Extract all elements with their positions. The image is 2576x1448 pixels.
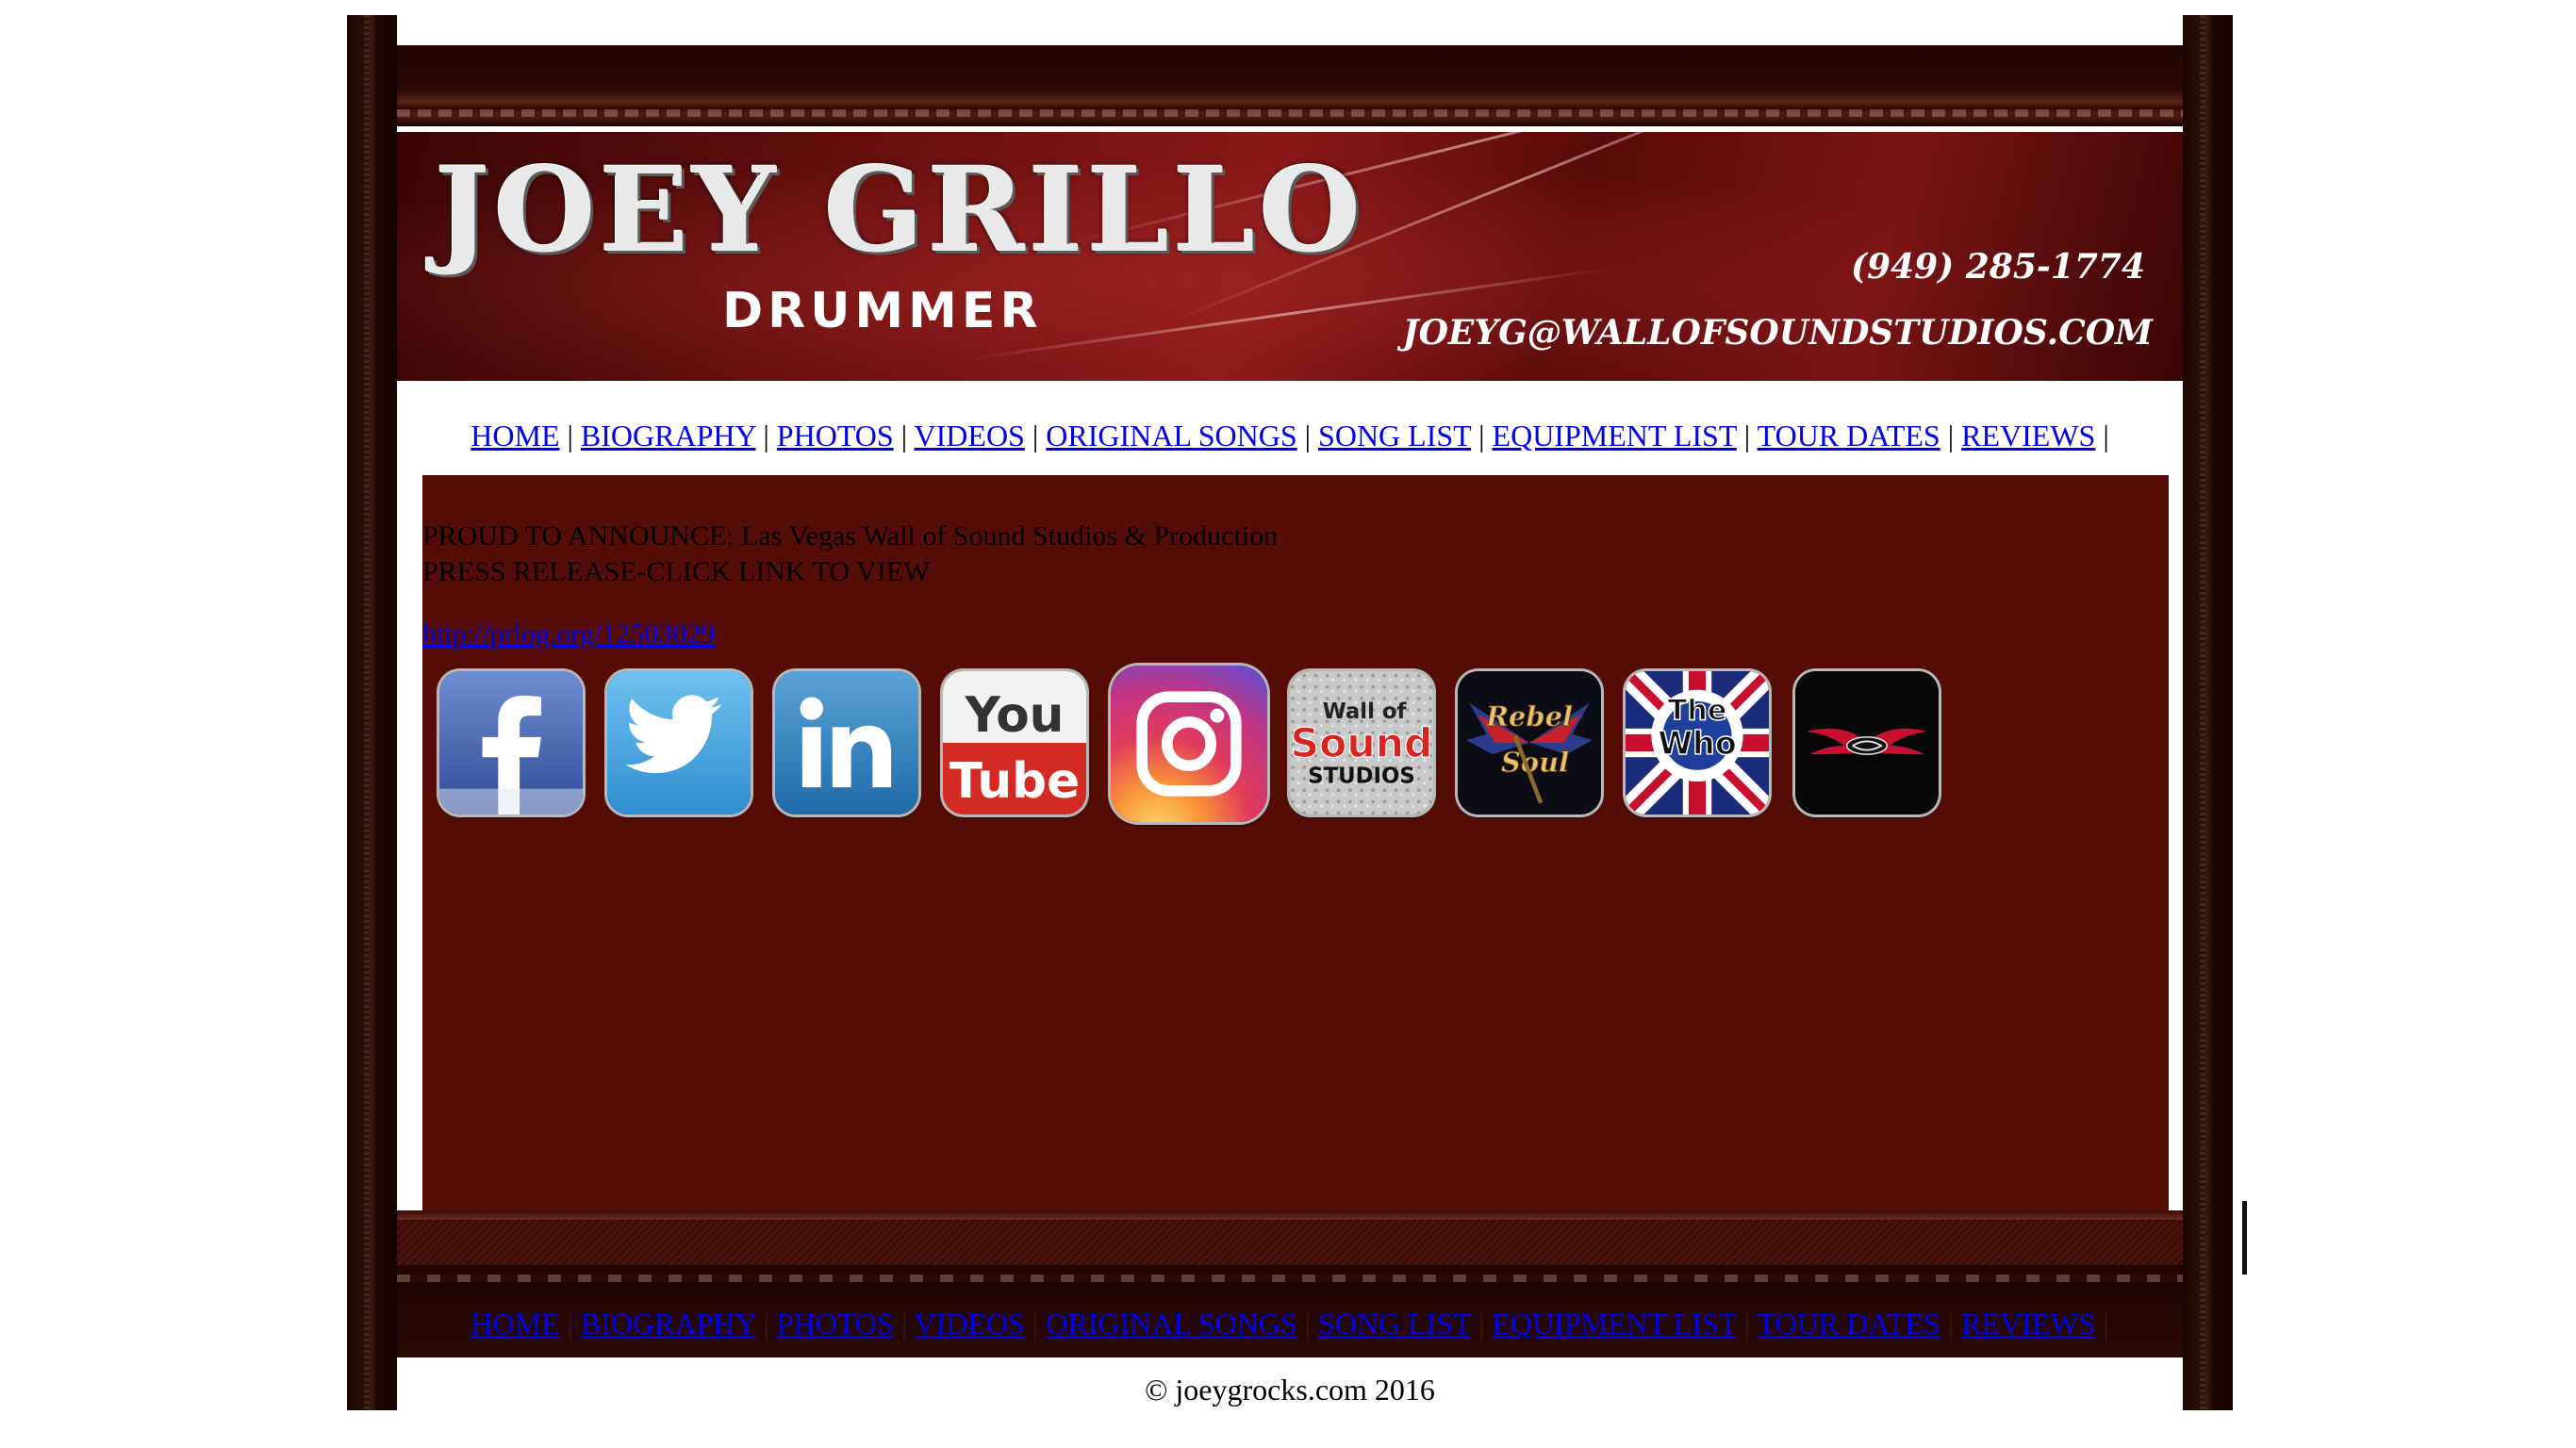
wall-of-sound-studios-icon[interactable]: Wall of Sound STUDIOS — [1290, 671, 1433, 814]
nav-link-song-list[interactable]: SONG LIST — [1318, 419, 1471, 452]
main-content: PROUD TO ANNOUNCE: Las Vegas Wall of Sou… — [422, 475, 2169, 1210]
artist-name: JOEY GRILLO — [435, 142, 1365, 279]
nav-link-original-songs[interactable]: ORIGINAL SONGS — [1046, 419, 1296, 452]
rebel-soul-icon[interactable]: Rebel Soul — [1458, 671, 1601, 814]
nav-separator: | — [1032, 419, 1039, 452]
nav-separator: | — [1743, 419, 1751, 452]
twitter-icon[interactable] — [607, 671, 751, 814]
svg-text:Sound: Sound — [1291, 720, 1433, 767]
nav-separator: | — [1947, 419, 1955, 452]
youtube-icon[interactable]: You Tube — [943, 671, 1086, 814]
announcement: PROUD TO ANNOUNCE: Las Vegas Wall of Sou… — [422, 518, 1278, 590]
nav-link-videos[interactable]: VIDEOS — [915, 419, 1025, 452]
nav-separator: | — [2103, 1307, 2109, 1341]
nav-separator: | — [1304, 419, 1312, 452]
nav-separator: | — [2103, 419, 2109, 452]
nav-link-reviews[interactable]: REVIEWS — [1961, 419, 2095, 452]
right-frame-bar — [2183, 15, 2233, 1410]
nav-separator: | — [1304, 1307, 1312, 1341]
scrollbar-thumb[interactable] — [2242, 1201, 2247, 1275]
nav-link-tour-dates[interactable]: TOUR DATES — [1758, 419, 1940, 452]
nav-separator: | — [1947, 1307, 1955, 1341]
footer-nav-link-equipment-list[interactable]: EQUIPMENT LIST — [1493, 1307, 1737, 1341]
nav-separator: | — [1478, 1307, 1485, 1341]
left-frame-bar — [347, 15, 397, 1410]
nav-link-photos[interactable]: PHOTOS — [777, 419, 894, 452]
footer-nav-link-photos[interactable]: PHOTOS — [777, 1307, 894, 1341]
contact-email: JOEYG@WALLOFSOUNDSTUDIOS.COM — [1402, 313, 2153, 353]
contact-phone: (949) 285-1774 — [1850, 247, 2145, 287]
nav-separator: | — [763, 419, 769, 452]
svg-text:You: You — [965, 687, 1065, 744]
nav-separator: | — [567, 419, 573, 452]
svg-text:Tube: Tube — [949, 753, 1080, 810]
artist-role: DRUMMER — [722, 283, 1043, 339]
the-who-icon[interactable]: The Who — [1626, 671, 1769, 814]
copyright-text: © joeygrocks.com 2016 — [1145, 1373, 1435, 1407]
facebook-icon[interactable] — [439, 671, 583, 814]
nav-separator: | — [1478, 419, 1485, 452]
press-release-link[interactable]: http://prlog.org/12503029 — [422, 618, 715, 650]
nav-link-home[interactable]: HOME — [471, 419, 559, 452]
nav-separator: | — [567, 1307, 573, 1341]
svg-text:Soul: Soul — [1501, 746, 1569, 778]
footer-nav: HOME | BIOGRAPHY | PHOTOS | VIDEOS | ORI… — [397, 1307, 2183, 1341]
svg-text:Rebel: Rebel — [1485, 700, 1573, 732]
aerosmith-icon[interactable] — [1795, 671, 1939, 814]
nav-separator: | — [1743, 1307, 1751, 1341]
footer-nav-link-biography[interactable]: BIOGRAPHY — [581, 1307, 756, 1341]
svg-text:The: The — [1668, 695, 1727, 728]
svg-text:Who: Who — [1658, 725, 1737, 762]
nav-separator: | — [900, 419, 908, 452]
footer-nav-link-videos[interactable]: VIDEOS — [915, 1307, 1025, 1341]
nav-link-equipment-list[interactable]: EQUIPMENT LIST — [1493, 419, 1737, 452]
footer-nav-link-tour-dates[interactable]: TOUR DATES — [1758, 1307, 1940, 1341]
footer-nav-link-song-list[interactable]: SONG LIST — [1318, 1307, 1471, 1341]
nav-separator: | — [900, 1307, 908, 1341]
top-decorative-strip — [397, 45, 2183, 126]
footer-nav-link-home[interactable]: HOME — [471, 1307, 559, 1341]
header-banner: JOEY GRILLO DRUMMER (949) 285-1774 JOEYG… — [397, 132, 2183, 381]
main-nav: HOME | BIOGRAPHY | PHOTOS | VIDEOS | ORI… — [397, 419, 2183, 453]
nav-link-biography[interactable]: BIOGRAPHY — [581, 419, 756, 452]
footer-nav-link-reviews[interactable]: REVIEWS — [1961, 1307, 2095, 1341]
announcement-line: PROUD TO ANNOUNCE: Las Vegas Wall of Sou… — [422, 520, 1279, 551]
footer-nav-link-original-songs[interactable]: ORIGINAL SONGS — [1046, 1307, 1296, 1341]
linkedin-icon[interactable] — [775, 671, 918, 814]
page-frame: JOEY GRILLO DRUMMER (949) 285-1774 JOEYG… — [347, 15, 2233, 1410]
svg-text:STUDIOS: STUDIOS — [1308, 765, 1415, 789]
nav-separator: | — [1032, 1307, 1039, 1341]
nav-separator: | — [763, 1307, 769, 1341]
announcement-line: PRESS RELEASE-CLICK LINK TO VIEW — [422, 556, 931, 587]
instagram-icon[interactable] — [1111, 666, 1267, 822]
